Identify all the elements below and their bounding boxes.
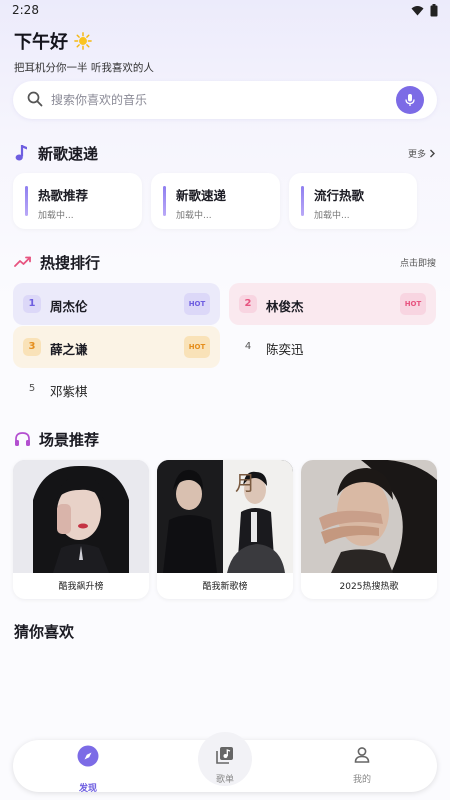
hot-search-title: 热搜排行 bbox=[40, 253, 101, 272]
more-link[interactable]: 更多 bbox=[408, 147, 436, 160]
rank-number: 3 bbox=[23, 338, 41, 356]
battery-icon bbox=[430, 4, 438, 17]
hot-search-item[interactable]: 2 林俊杰 HOT bbox=[229, 283, 436, 325]
chevron-right-icon bbox=[430, 149, 435, 157]
new-song-card[interactable]: 流行热歌 加载中... bbox=[289, 173, 417, 229]
scene-label: 酷我飙升榜 bbox=[58, 582, 104, 592]
hot-search-header: 热搜排行 点击即搜 bbox=[14, 250, 436, 274]
rank-number: 4 bbox=[244, 341, 252, 352]
nav-label-mine: 我的 bbox=[352, 775, 371, 785]
card-status: 加载中... bbox=[176, 211, 212, 221]
bottom-nav: 发现 歌单 我的 bbox=[13, 732, 437, 794]
greeting-title: 下午好 bbox=[14, 32, 68, 53]
voice-search-button[interactable] bbox=[396, 86, 424, 114]
svg-text:月: 月 bbox=[235, 471, 255, 495]
wifi-icon bbox=[411, 6, 424, 16]
trending-icon bbox=[14, 256, 31, 267]
card-status: 加载中... bbox=[314, 211, 350, 221]
scene-card[interactable]: 酷我飙升榜 bbox=[13, 460, 149, 599]
scene-cover-image bbox=[13, 460, 149, 573]
hot-search-item[interactable]: 5 邓紫棋 bbox=[13, 368, 220, 410]
hot-search-item[interactable]: 1 周杰伦 HOT bbox=[13, 283, 220, 325]
rank-number: 5 bbox=[28, 383, 36, 394]
scene-card[interactable]: 2025热搜热歌 bbox=[301, 460, 437, 599]
nav-label-discover: 发现 bbox=[78, 784, 97, 794]
hot-search-item[interactable]: 3 薛之谦 HOT bbox=[13, 326, 220, 368]
nav-discover[interactable]: 发现 bbox=[48, 740, 128, 794]
new-song-card[interactable]: 新歌速递 加载中... bbox=[151, 173, 280, 229]
scene-label: 2025热搜热歌 bbox=[339, 582, 399, 592]
microphone-icon bbox=[405, 94, 415, 106]
headphones-icon bbox=[15, 432, 30, 446]
nav-playlist[interactable]: 歌单 bbox=[185, 732, 265, 792]
artist-name: 薛之谦 bbox=[50, 342, 88, 357]
artist-name: 周杰伦 bbox=[50, 299, 88, 314]
artist-name: 邓紫棋 bbox=[50, 384, 88, 399]
scene-label: 酷我新歌榜 bbox=[202, 582, 248, 592]
artist-name: 林俊杰 bbox=[266, 299, 304, 314]
scene-cover-image: 月 bbox=[157, 460, 293, 573]
card-status: 加载中... bbox=[38, 211, 74, 221]
card-accent-bar bbox=[163, 186, 166, 216]
card-accent-bar bbox=[25, 186, 28, 216]
card-title: 流行热歌 bbox=[314, 188, 365, 203]
status-time: 2:28 bbox=[12, 3, 39, 17]
search-now-link[interactable]: 点击即搜 bbox=[400, 256, 436, 269]
greeting-subtitle: 把耳机分你一半 听我喜欢的人 bbox=[14, 62, 154, 74]
compass-icon bbox=[77, 745, 99, 767]
scenes-header: 场景推荐 bbox=[14, 427, 436, 451]
new-songs-title: 新歌速递 bbox=[38, 144, 99, 163]
guess-title: 猜你喜欢 bbox=[14, 623, 75, 641]
status-bar: 2:28 bbox=[0, 0, 450, 22]
rank-number: 1 bbox=[23, 295, 41, 313]
greeting: 下午好 把耳机分你一半 听我喜欢的人 bbox=[14, 28, 154, 75]
hot-badge: HOT bbox=[184, 293, 210, 315]
nav-label-playlist: 歌单 bbox=[215, 775, 234, 785]
scenes-title: 场景推荐 bbox=[39, 430, 100, 449]
new-song-card[interactable]: 热歌推荐 加载中... bbox=[13, 173, 142, 229]
rank-number: 2 bbox=[239, 295, 257, 313]
hot-badge: HOT bbox=[184, 336, 210, 358]
artist-name: 陈奕迅 bbox=[266, 342, 304, 357]
hot-search-item[interactable]: 4 陈奕迅 bbox=[229, 326, 436, 368]
person-icon bbox=[354, 747, 370, 763]
more-label: 更多 bbox=[407, 149, 426, 160]
playlist-icon bbox=[216, 747, 233, 764]
scene-cover-image bbox=[301, 460, 437, 573]
hot-badge: HOT bbox=[400, 293, 426, 315]
new-songs-header: 新歌速递 更多 bbox=[14, 141, 436, 165]
scene-card[interactable]: 月 酷我新歌榜 bbox=[157, 460, 293, 599]
nav-mine[interactable]: 我的 bbox=[322, 740, 402, 792]
card-title: 热歌推荐 bbox=[38, 188, 89, 203]
card-accent-bar bbox=[301, 186, 304, 216]
status-icons bbox=[411, 4, 438, 17]
sun-icon bbox=[74, 32, 92, 50]
card-title: 新歌速递 bbox=[176, 188, 227, 203]
search-icon bbox=[27, 91, 43, 107]
search-bar[interactable] bbox=[13, 81, 437, 119]
search-input[interactable] bbox=[51, 90, 381, 110]
music-note-icon bbox=[15, 145, 27, 161]
